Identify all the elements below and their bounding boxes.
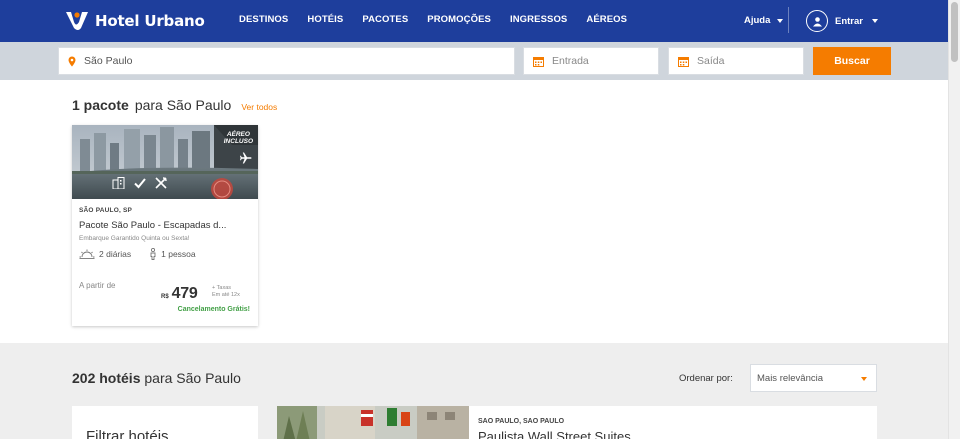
packages-heading: 1 pacote para São Paulo Ver todos (72, 97, 277, 113)
nav-ingressos[interactable]: INGRESSOS (510, 14, 567, 25)
destination-input[interactable]: São Paulo (58, 47, 515, 75)
nights-label: 2 diárias (99, 249, 132, 259)
page-scrollbar[interactable] (948, 0, 960, 439)
checkout-input[interactable]: Saída (668, 47, 804, 75)
scrollbar-thumb[interactable] (951, 2, 958, 62)
chevron-down-icon (777, 18, 784, 23)
chevron-down-icon (861, 377, 867, 381)
people-label: 1 pessoa (161, 249, 196, 259)
packages-for: para São Paulo (134, 97, 232, 113)
price-value: 479 (171, 285, 198, 302)
nav-destinos[interactable]: DESTINOS (239, 14, 288, 25)
installments-label: Em até 12x (212, 291, 240, 298)
hotels-count: 202 hotéis (72, 370, 141, 386)
amenities (112, 177, 167, 189)
user-icon (806, 10, 828, 32)
nav-hoteis[interactable]: HOTÉIS (307, 14, 343, 25)
login-menu[interactable]: Entrar (806, 10, 878, 32)
checkin-input[interactable]: Entrada (523, 47, 659, 75)
flight-included-badge: AÉREO INCLUSO (224, 131, 253, 145)
map-pin-icon (68, 56, 76, 67)
nights-info: 2 diárias (79, 249, 131, 259)
help-menu[interactable]: Ajuda (744, 15, 784, 26)
brand-name: Hotel Urbano (95, 12, 205, 30)
package-info: SÃO PAULO, SP Pacote São Paulo - Escapad… (79, 207, 251, 260)
checkin-placeholder: Entrada (552, 55, 589, 67)
see-all-link[interactable]: Ver todos (241, 102, 277, 112)
nav-aereos[interactable]: AÉREOS (586, 14, 627, 25)
destination-value: São Paulo (84, 55, 133, 67)
price-notes: + Taxas Em até 12x (212, 285, 240, 298)
nav-promocoes[interactable]: PROMOÇÕES (427, 14, 491, 25)
hotels-section: 202 hotéis para São Paulo Ordenar por: M… (0, 343, 948, 439)
calendar-icon (678, 56, 689, 67)
package-location: SÃO PAULO, SP (79, 207, 133, 214)
search-button[interactable]: Buscar (813, 47, 891, 75)
main-nav: DESTINOS HOTÉIS PACOTES PROMOÇÕES INGRES… (239, 14, 646, 25)
checkout-placeholder: Saída (697, 55, 725, 67)
hotels-heading: 202 hotéis para São Paulo (72, 370, 241, 386)
airplane-icon (240, 152, 252, 164)
search-bar: São Paulo Entrada Saída Buscar (0, 42, 948, 80)
price-currency: R$ (161, 294, 169, 300)
hotel-urbano-logo-icon (66, 12, 88, 30)
package-image: AÉREO INCLUSO (72, 125, 258, 199)
package-subtitle: Embarque Garantido Quinta ou Sexta! (79, 235, 190, 242)
package-card[interactable]: AÉREO INCLUSO SÃO PAULO, SP Pacote São P… (72, 125, 258, 326)
utensils-icon (155, 177, 167, 189)
person-icon (150, 248, 156, 260)
check-icon (134, 177, 146, 189)
badge-line1: AÉREO (226, 131, 250, 138)
package-title[interactable]: Pacote São Paulo - Escapadas d... (79, 220, 251, 231)
badge-line2: INCLUSO (223, 138, 253, 145)
hotel-card[interactable]: SAO PAULO, SAO PAULO Paulista Wall Stree… (277, 406, 877, 439)
nav-pacotes[interactable]: PACOTES (362, 14, 408, 25)
free-cancellation-badge: Cancelamento Grátis! (177, 306, 250, 313)
nav-divider (788, 7, 789, 33)
chevron-down-icon (871, 19, 878, 23)
sort-label: Ordenar por: (679, 373, 733, 384)
packages-section: 1 pacote para São Paulo Ver todos AÉREO … (0, 80, 948, 343)
filter-title: Filtrar hotéis (86, 428, 169, 439)
hotels-for: para São Paulo (144, 370, 241, 386)
calendar-icon (533, 56, 544, 67)
sort-value: Mais relevância (757, 372, 823, 384)
building-icon (112, 177, 125, 189)
help-label: Ajuda (744, 15, 771, 26)
sun-icon (79, 249, 95, 259)
package-price: R$ 479 (161, 285, 198, 303)
top-navbar: Hotel Urbano DESTINOS HOTÉIS PACOTES PRO… (0, 0, 948, 42)
brand-logo[interactable]: Hotel Urbano (64, 10, 205, 32)
hotel-image (277, 406, 469, 439)
price-from-label: A partir de (79, 281, 116, 290)
filter-panel: Filtrar hotéis (72, 406, 258, 439)
package-meta: 2 diárias 1 pessoa (79, 248, 251, 260)
packages-count: 1 pacote (72, 97, 129, 113)
login-label: Entrar (835, 15, 863, 27)
hotel-location: SAO PAULO, SAO PAULO (478, 418, 565, 425)
hotel-name[interactable]: Paulista Wall Street Suites (478, 429, 631, 439)
sort-select[interactable]: Mais relevância (750, 364, 877, 392)
people-info: 1 pessoa (149, 248, 196, 260)
